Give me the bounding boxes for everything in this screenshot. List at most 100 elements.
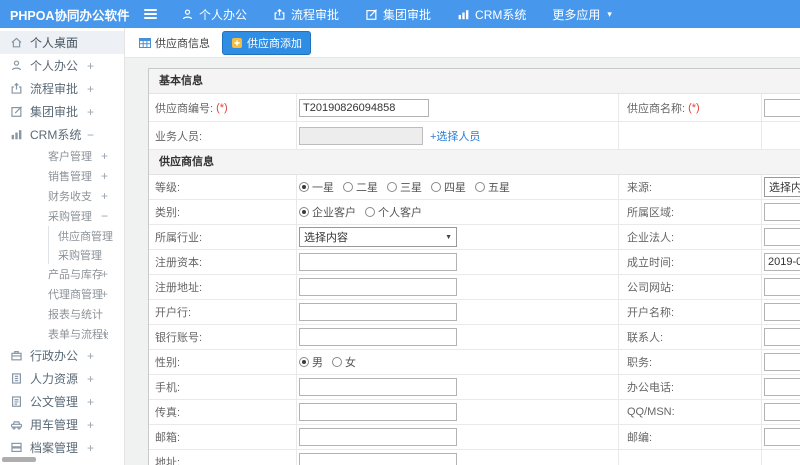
expand-plus-icon[interactable]: + bbox=[101, 149, 108, 163]
sidebar-item-workflow-approval[interactable]: 流程审批 + bbox=[0, 77, 124, 100]
tab-supplier-add[interactable]: 供应商添加 bbox=[222, 30, 311, 55]
expand-plus-icon[interactable]: + bbox=[101, 267, 108, 281]
sidebar-item-admin-office[interactable]: 行政办公 + bbox=[0, 344, 124, 367]
gender-radio-option-0[interactable]: 男 bbox=[299, 354, 323, 370]
fax-input[interactable] bbox=[299, 403, 457, 421]
collapse-minus-icon[interactable]: − bbox=[101, 209, 108, 223]
home-icon bbox=[10, 36, 23, 49]
website-input[interactable] bbox=[764, 278, 800, 296]
sidebar-item-label: 集团审批 bbox=[30, 105, 79, 119]
collapse-minus-icon[interactable]: − bbox=[87, 128, 94, 142]
gender-radio-group: 男女 bbox=[299, 354, 356, 370]
email-input[interactable] bbox=[299, 428, 457, 446]
sidebar-item-label: 行政办公 bbox=[30, 349, 79, 363]
sidebar-hscrollbar-thumb[interactable] bbox=[2, 457, 36, 462]
nav-item-label: 集团审批 bbox=[383, 7, 432, 22]
nav-item-more-apps[interactable]: 更多应用 ▾ bbox=[552, 6, 612, 23]
nav-item-personal-office[interactable]: 个人办公 bbox=[181, 6, 247, 23]
sidebar-item-vehicle-mgmt[interactable]: 用车管理 + bbox=[0, 413, 124, 436]
region-input[interactable] bbox=[764, 203, 800, 221]
expand-plus-icon[interactable]: + bbox=[87, 372, 94, 386]
sidebar-item-label: 流程审批 bbox=[30, 82, 79, 96]
office-phone-input[interactable] bbox=[764, 378, 800, 396]
sidebar-item-purchase-mgmt[interactable]: 采购管理 − bbox=[0, 206, 124, 226]
nav-item-workflow-approval[interactable]: 流程审批 bbox=[273, 6, 339, 23]
nav-item-label: 流程审批 bbox=[291, 7, 340, 22]
legal-person-label-cell: 企业法人: bbox=[619, 225, 762, 249]
bank-account-input[interactable] bbox=[299, 328, 457, 346]
sidebar-item-personal-office[interactable]: 个人办公 + bbox=[0, 54, 124, 77]
radio-icon bbox=[343, 182, 353, 192]
gender-label-cell: 性别: bbox=[149, 350, 297, 374]
registered-capital-label-cell: 注册资本: bbox=[149, 250, 297, 274]
contact-field-cell bbox=[762, 325, 800, 349]
registered-capital-input[interactable] bbox=[299, 253, 457, 271]
top-nav: 个人办公 流程审批 集团审批 CRM系统 更多应用 ▾ bbox=[181, 6, 612, 23]
bank-input[interactable] bbox=[299, 303, 457, 321]
address-input[interactable] bbox=[299, 453, 457, 465]
radio-icon bbox=[431, 182, 441, 192]
sidebar-item-document-mgmt[interactable]: 公文管理 + bbox=[0, 390, 124, 413]
legal-person-input[interactable] bbox=[764, 228, 800, 246]
gender-field-cell: 男女 bbox=[297, 350, 619, 374]
supplier-name-input[interactable] bbox=[764, 98, 800, 117]
sidebar-item-finance-in-out[interactable]: 财务收支 + bbox=[0, 186, 124, 206]
registered-address-input[interactable] bbox=[299, 278, 457, 296]
expand-plus-icon[interactable]: + bbox=[101, 327, 108, 341]
category-radio-option-0[interactable]: 企业客户 bbox=[299, 204, 356, 220]
tab-supplier-info[interactable]: 供应商信息 bbox=[133, 31, 216, 55]
sidebar-item-sales-mgmt[interactable]: 销售管理 + bbox=[0, 166, 124, 186]
sidebar-item-customer-mgmt[interactable]: 客户管理 + bbox=[0, 146, 124, 166]
source-select[interactable]: 选择内容▼ bbox=[764, 177, 800, 197]
account-name-input[interactable] bbox=[764, 303, 800, 321]
sidebar-item-archive-mgmt[interactable]: 档案管理 + bbox=[0, 436, 124, 459]
expand-plus-icon[interactable]: + bbox=[87, 395, 94, 409]
sidebar-item-crm-system[interactable]: CRM系统 − bbox=[0, 123, 124, 146]
staff-input[interactable] bbox=[299, 126, 423, 145]
expand-plus-icon[interactable]: + bbox=[87, 349, 94, 363]
expand-plus-icon[interactable]: + bbox=[87, 59, 94, 73]
sidebar-item-agent-mgmt[interactable]: 代理商管理 + bbox=[0, 284, 124, 304]
zip-code-input[interactable] bbox=[764, 428, 800, 446]
expand-plus-icon[interactable]: + bbox=[87, 441, 94, 455]
section-title: 基本信息 bbox=[149, 69, 800, 94]
expand-plus-icon[interactable]: + bbox=[101, 287, 108, 301]
mobile-input[interactable] bbox=[299, 378, 457, 396]
industry-select[interactable]: 选择内容 ▼ bbox=[299, 227, 457, 247]
expand-plus-icon[interactable]: + bbox=[101, 189, 108, 203]
founded-date-input[interactable] bbox=[764, 253, 800, 271]
menu-toggle-icon[interactable] bbox=[144, 7, 157, 21]
sidebar-item-product-inventory[interactable]: 产品与库存 + bbox=[0, 264, 124, 284]
grade-radio-option-2[interactable]: 三星 bbox=[387, 179, 422, 195]
gender-radio-option-1[interactable]: 女 bbox=[332, 354, 356, 370]
qq-msn-input[interactable] bbox=[764, 403, 800, 421]
sidebar-item-reports-stats[interactable]: 报表与统计 bbox=[0, 304, 124, 324]
sidebar-item-human-resources[interactable]: 人力资源 + bbox=[0, 367, 124, 390]
sidebar-item-group-approval[interactable]: 集团审批 + bbox=[0, 100, 124, 123]
expand-plus-icon[interactable]: + bbox=[87, 82, 94, 96]
expand-plus-icon[interactable]: + bbox=[87, 418, 94, 432]
choose-staff-link[interactable]: +选择人员 bbox=[430, 128, 480, 144]
sidebar-item-supplier-mgmt[interactable]: 供应商管理 bbox=[0, 226, 124, 245]
form-row: 手机: 办公电话: bbox=[149, 375, 800, 400]
nav-item-crm-system[interactable]: CRM系统 bbox=[457, 6, 526, 23]
sidebar-item-purchasing[interactable]: 采购管理 bbox=[0, 245, 124, 264]
job-title-input[interactable] bbox=[764, 353, 800, 371]
grade-radio-option-4[interactable]: 五星 bbox=[475, 179, 510, 195]
expand-plus-icon[interactable]: + bbox=[87, 105, 94, 119]
contact-label-cell: 联系人: bbox=[619, 325, 762, 349]
grade-radio-option-1[interactable]: 二星 bbox=[343, 179, 378, 195]
category-radio-option-1[interactable]: 个人客户 bbox=[365, 204, 422, 220]
grade-radio-option-3[interactable]: 四星 bbox=[431, 179, 466, 195]
expand-plus-icon[interactable]: + bbox=[101, 169, 108, 183]
contact-input[interactable] bbox=[764, 328, 800, 346]
office-phone-label-cell: 办公电话: bbox=[619, 375, 762, 399]
form-row: 邮箱: 邮编: bbox=[149, 425, 800, 450]
qq-msn-label-cell: QQ/MSN: bbox=[619, 400, 762, 424]
sidebar-item-personal-desktop[interactable]: 个人桌面 bbox=[0, 31, 124, 54]
mobile-field-cell bbox=[297, 375, 619, 399]
sidebar-item-form-flow-settings[interactable]: 表单与流程设置+ bbox=[0, 324, 124, 344]
nav-item-group-approval[interactable]: 集团审批 bbox=[365, 6, 431, 23]
supplier-code-input[interactable] bbox=[299, 98, 429, 117]
grade-radio-option-0[interactable]: 一星 bbox=[299, 179, 334, 195]
